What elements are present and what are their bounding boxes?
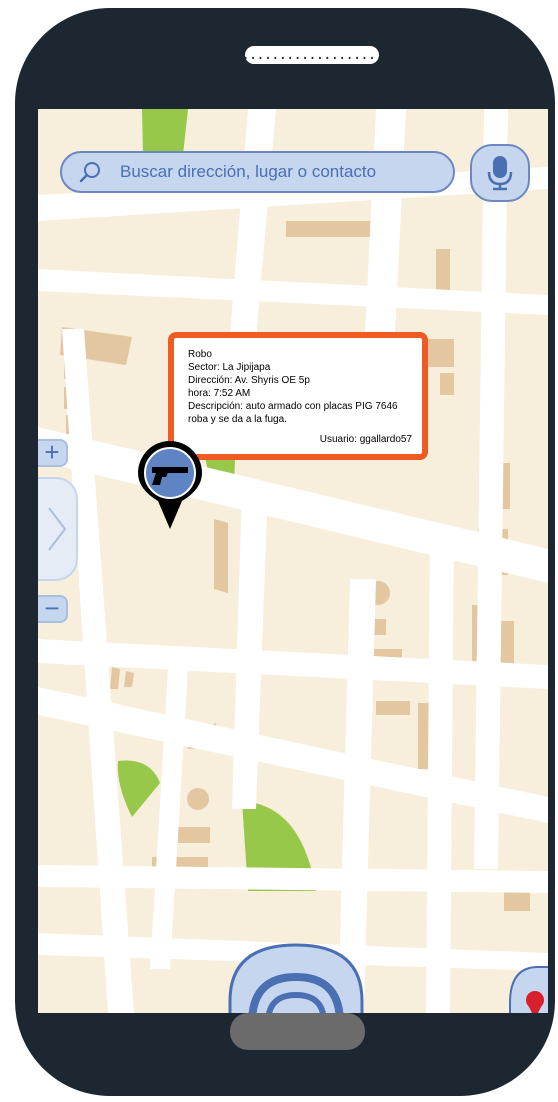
incident-address: Dirección: Av. Shyris OE 5p [188,375,310,386]
incident-time: hora: 7:52 AM [188,388,251,399]
voice-search-button[interactable] [470,144,530,202]
expand-panel-button[interactable] [38,477,78,581]
app-screen: Robo Sector: La Jipijapa Dirección: Av. … [38,109,548,1013]
map-pin-icon[interactable] [508,963,548,1013]
search-input[interactable] [120,162,420,182]
home-button[interactable] [230,1013,365,1050]
incident-type: Robo [188,349,212,360]
search-bar[interactable] [60,151,455,193]
gun-marker-icon[interactable] [134,437,206,533]
microphone-icon [487,156,513,191]
incident-description: Descripción: auto armado con placas PIG … [188,401,398,412]
incident-popup[interactable]: Robo Sector: La Jipijapa Dirección: Av. … [168,332,428,460]
incident-sector: Sector: La Jipijapa [188,362,271,373]
phone-speaker: ................... [241,46,384,64]
location-target-icon[interactable] [228,943,364,1013]
incident-user: Usuario: ggallardo57 [319,434,412,445]
search-icon [79,162,100,183]
zoom-out-button[interactable]: − [38,595,68,623]
street-map[interactable] [38,109,548,1013]
incident-description-cont: roba y se da a la fuga. [188,414,287,425]
zoom-in-button[interactable]: + [38,439,68,467]
chevron-right-icon [48,507,67,551]
